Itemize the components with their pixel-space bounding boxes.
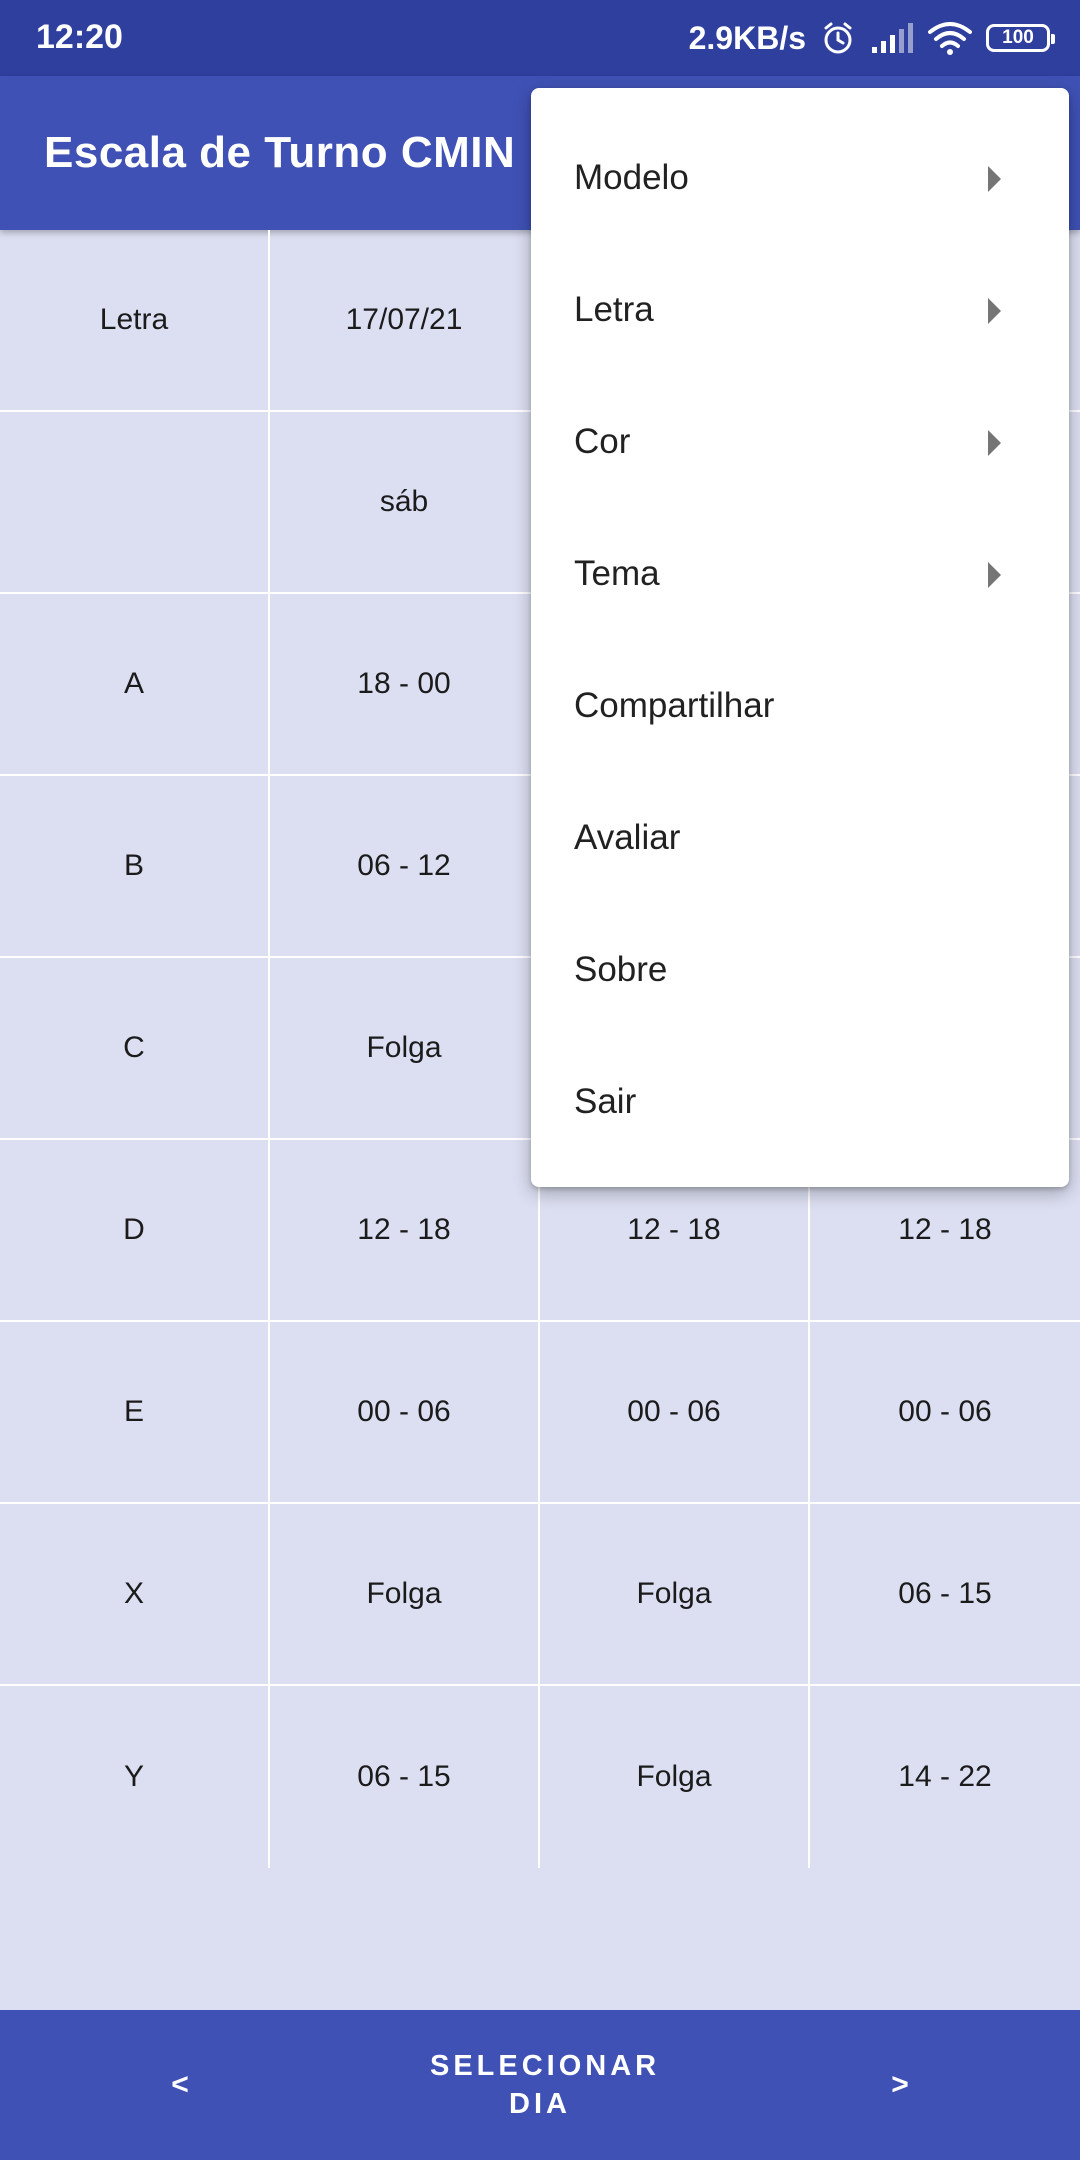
table-cell: Y [0,1686,270,1868]
alarm-icon [820,20,856,56]
submenu-arrow-icon [988,166,1001,192]
submenu-arrow-icon [988,430,1001,456]
menu-item-avaliar[interactable]: Avaliar [531,772,1069,904]
table-cell: E [0,1322,270,1504]
overflow-menu: Modelo Letra Cor Tema Compartilhar Avaliar Sob… [531,88,1069,1187]
table-cell: 00 - 06 [810,1322,1080,1504]
table-cell: Folga [540,1504,810,1686]
table-cell: A [0,594,270,776]
table-cell: 18 - 00 [270,594,540,776]
menu-item-label: Modelo [574,158,689,197]
submenu-arrow-icon [988,562,1001,588]
table-cell [0,412,270,594]
wifi-icon [928,20,972,56]
table-cell: sáb [270,412,540,594]
menu-item-sobre[interactable]: Sobre [531,904,1069,1036]
table-cell: Letra [0,230,270,412]
menu-item-compartilhar[interactable]: Compartilhar [531,640,1069,772]
menu-item-tema[interactable]: Tema [531,508,1069,640]
menu-item-label: Letra [574,290,654,329]
network-speed: 2.9KB/s [688,19,806,56]
table-cell: 00 - 06 [270,1322,540,1504]
menu-item-label: Tema [574,554,660,593]
table-cell: B [0,776,270,958]
status-time: 12:20 [36,18,123,56]
menu-item-label: Cor [574,422,631,461]
battery-icon: 100 [986,24,1055,52]
status-bar: 12:20 2.9KB/s 100 [0,0,1080,76]
select-day-label: SELECIONAR DIA [430,2050,661,2120]
app-title: Escala de Turno CMIN [44,128,516,177]
battery-level: 100 [1002,27,1034,48]
table-cell: 17/07/21 [270,230,540,412]
table-cell: D [0,1140,270,1322]
select-day-button[interactable]: SELECIONAR DIA [380,2010,700,2160]
signal-icon [870,21,914,55]
table-cell: Folga [270,1504,540,1686]
table-cell: 12 - 18 [270,1140,540,1322]
bottom-navigation: < SELECIONAR DIA > [0,2010,1080,2160]
table-cell: 00 - 06 [540,1322,810,1504]
previous-button[interactable]: < [100,2010,260,2160]
next-button[interactable]: > [820,2010,980,2160]
status-icons: 2.9KB/s 100 [688,16,1055,60]
table-cell: 14 - 22 [898,1760,992,1793]
table-cell: 06 - 15 [270,1686,540,1868]
menu-item-label: Sobre [574,950,668,989]
submenu-arrow-icon [988,298,1001,324]
menu-item-label: Avaliar [574,818,681,857]
menu-item-letra[interactable]: Letra [531,244,1069,376]
table-cell: C [0,958,270,1140]
table-cell: Folga [270,958,540,1140]
menu-item-sair[interactable]: Sair [531,1036,1069,1168]
table-cell: 06 - 15 [810,1504,1080,1686]
menu-item-cor[interactable]: Cor [531,376,1069,508]
menu-item-label: Sair [574,1082,637,1121]
menu-item-modelo[interactable]: Modelo [531,112,1069,244]
table-cell: Folga [540,1686,810,1868]
table-cell: 06 - 12 [270,776,540,958]
table-cell: X [0,1504,270,1686]
menu-item-label: Compartilhar [574,686,775,725]
